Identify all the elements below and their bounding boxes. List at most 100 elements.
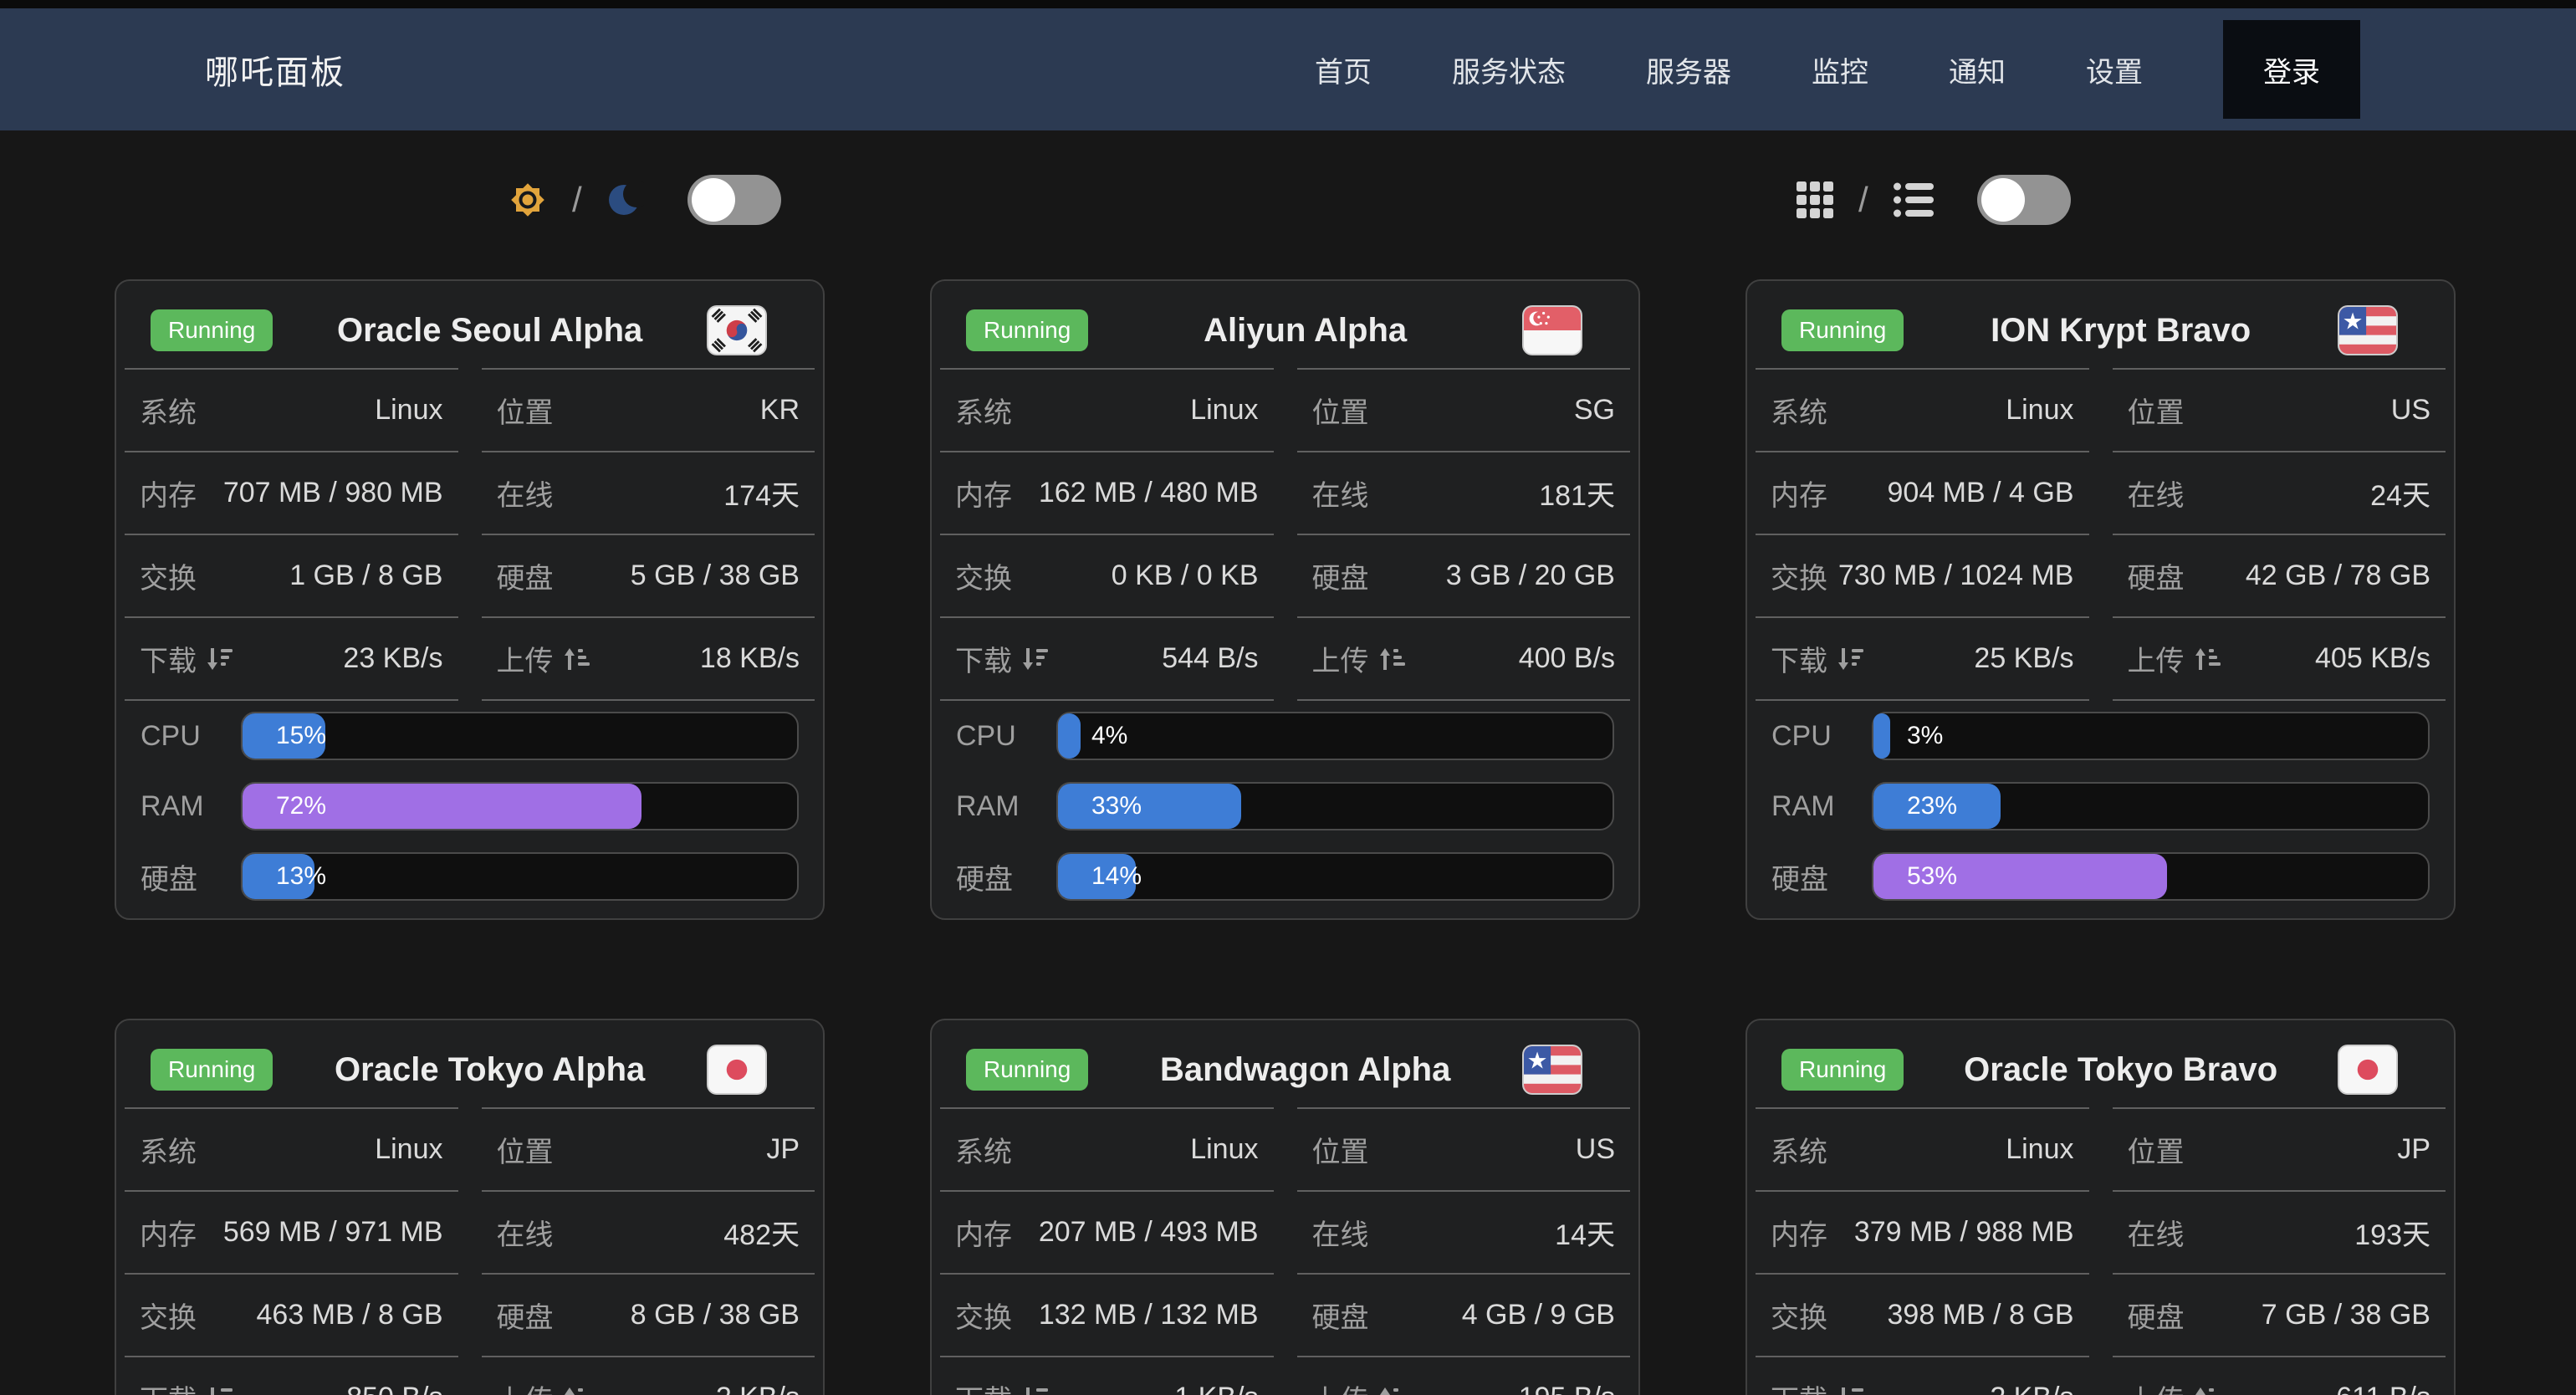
stat-memory: 内存 707 MB / 980 MB — [125, 451, 458, 534]
stat-uptime: 在线 24天 — [2113, 451, 2446, 534]
sort-up-icon — [2193, 1385, 2221, 1395]
cpu-percent: 3% — [1907, 722, 1943, 750]
nav-item-home[interactable]: 首页 — [1315, 49, 1372, 90]
stat-row: 交换 730 MB / 1024 MB 硬盘 42 GB / 78 GB — [1756, 534, 2446, 616]
app-logo[interactable]: 哪吒面板 — [205, 45, 345, 94]
stat-location: 位置 SG — [1297, 368, 1631, 451]
stat-label-uptime: 在线 — [2128, 1212, 2185, 1253]
stat-uptime: 在线 181天 — [1297, 451, 1631, 534]
stat-disk: 硬盘 42 GB / 78 GB — [2113, 534, 2446, 616]
stat-value-memory: 569 MB / 971 MB — [223, 1216, 443, 1249]
navbar: 哪吒面板 首页 服务状态 服务器 监控 通知 设置 登录 — [0, 8, 2576, 130]
stat-value-upload: 195 B/s — [1519, 1382, 1615, 1395]
ram-label: RAM — [1771, 790, 1872, 823]
stat-value-upload: 611 B/s — [2336, 1382, 2430, 1395]
stat-value-upload: 400 B/s — [1519, 642, 1615, 675]
sort-up-icon — [1377, 646, 1406, 672]
stat-value-system: Linux — [1190, 394, 1258, 427]
stat-swap: 交换 1 GB / 8 GB — [125, 534, 458, 616]
stat-download: 下载 544 B/s — [940, 616, 1274, 701]
stat-upload: 上传 2 KB/s — [482, 1356, 815, 1395]
stat-download: 下载 23 KB/s — [125, 616, 458, 701]
stat-label-disk: 硬盘 — [497, 1295, 554, 1336]
stat-label-download: 下载 — [140, 1377, 233, 1395]
stat-label-upload: 上传 — [497, 638, 590, 679]
login-button[interactable]: 登录 — [2223, 20, 2360, 119]
stat-system: 系统 Linux — [125, 368, 458, 451]
nav-item-servers[interactable]: 服务器 — [1646, 49, 1731, 90]
sort-up-icon — [1377, 1385, 1406, 1395]
view-toggle-group: / — [1797, 174, 2071, 226]
status-badge: Running — [151, 1049, 273, 1091]
stat-value-uptime: 193天 — [2354, 1212, 2430, 1253]
server-card-header: Running Oracle Seoul Alpha — [125, 281, 815, 368]
disk-progress-bar: 13% — [241, 852, 799, 901]
stat-label-location: 位置 — [497, 1129, 554, 1170]
ram-percent: 72% — [276, 792, 326, 820]
server-name: Bandwagon Alpha — [1088, 1051, 1522, 1089]
cpu-progress-fill — [1873, 713, 1890, 759]
server-stats: 系统 Linux 位置 SG 内存 162 MB / 480 MB 在线 181… — [940, 368, 1630, 701]
stat-value-location: US — [1576, 1133, 1615, 1166]
cpu-progress-row: CPU 4% — [940, 701, 1630, 771]
stat-label-swap: 交换 — [140, 555, 197, 596]
server-name: Aliyun Alpha — [1088, 312, 1522, 350]
view-separator: / — [1858, 174, 1868, 226]
stat-value-memory: 904 MB / 4 GB — [1888, 477, 2074, 509]
nav-item-settings[interactable]: 设置 — [2086, 49, 2143, 90]
upload-label-text: 上传 — [1312, 638, 1369, 679]
stat-row: 下载 2 KB/s 上传 — [1756, 1356, 2446, 1395]
download-label-text: 下载 — [955, 1377, 1012, 1395]
download-label-text: 下载 — [1771, 1377, 1827, 1395]
country-flag-icon — [707, 1045, 767, 1095]
stat-value-swap: 398 MB / 8 GB — [1888, 1299, 2074, 1331]
download-label-text: 下载 — [955, 638, 1012, 679]
stat-value-location: JP — [766, 1133, 800, 1166]
stat-label-system: 系统 — [140, 1129, 197, 1170]
server-card: Running Oracle Tokyo Alpha 系统 Linux 位置 J… — [115, 1019, 825, 1395]
stat-row: 系统 Linux 位置 US — [1756, 368, 2446, 451]
download-label-text: 下载 — [1771, 638, 1827, 679]
stat-label-disk: 硬盘 — [1312, 1295, 1369, 1336]
stat-label-swap: 交换 — [955, 1295, 1012, 1336]
stat-label-download: 下载 — [140, 638, 233, 679]
nav-item-monitoring[interactable]: 监控 — [1812, 49, 1868, 90]
stat-label-download: 下载 — [955, 1377, 1049, 1395]
nav-item-service-status[interactable]: 服务状态 — [1452, 49, 1566, 90]
stat-download: 下载 1 KB/s — [940, 1356, 1274, 1395]
stat-value-swap: 132 MB / 132 MB — [1039, 1299, 1259, 1331]
disk-progress-bar: 53% — [1872, 852, 2430, 901]
stat-label-swap: 交换 — [955, 555, 1012, 596]
view-toggle-switch[interactable] — [1977, 175, 2071, 225]
stat-uptime: 在线 482天 — [482, 1190, 815, 1273]
ram-percent: 33% — [1091, 792, 1142, 820]
stat-value-download: 2 KB/s — [1990, 1382, 2073, 1395]
stat-value-system: Linux — [375, 1133, 442, 1166]
cpu-label: CPU — [1771, 720, 1872, 753]
server-card: Running Oracle Seoul Alpha 系统 Linux 位置 K… — [115, 279, 825, 920]
cpu-progress-row: CPU 3% — [1756, 701, 2446, 771]
stat-value-location: KR — [760, 394, 800, 427]
stat-label-memory: 内存 — [1771, 473, 1827, 514]
stat-row: 下载 850 B/s 上传 — [125, 1356, 815, 1395]
stat-label-location: 位置 — [497, 390, 554, 431]
stat-swap: 交换 132 MB / 132 MB — [940, 1273, 1274, 1356]
stat-row: 内存 569 MB / 971 MB 在线 482天 — [125, 1190, 815, 1273]
theme-toggle-switch[interactable] — [687, 175, 781, 225]
server-name: Oracle Tokyo Alpha — [273, 1051, 707, 1089]
cpu-label: CPU — [141, 720, 241, 753]
country-flag-icon — [1522, 305, 1582, 355]
stat-label-memory: 内存 — [955, 1212, 1012, 1253]
stat-value-system: Linux — [2006, 394, 2073, 427]
nav-item-notifications[interactable]: 通知 — [1949, 49, 2006, 90]
stat-row: 内存 207 MB / 493 MB 在线 14天 — [940, 1190, 1630, 1273]
cpu-progress-bar: 3% — [1872, 712, 2430, 760]
stat-system: 系统 Linux — [1756, 1107, 2089, 1190]
status-badge: Running — [966, 309, 1088, 351]
stat-row: 交换 1 GB / 8 GB 硬盘 5 GB / 38 GB — [125, 534, 815, 616]
stat-value-download: 23 KB/s — [343, 642, 442, 675]
sort-up-icon — [562, 646, 590, 672]
server-card: Running Aliyun Alpha 系统 Linux 位置 SG 内存 1… — [930, 279, 1640, 920]
stat-value-disk: 5 GB / 38 GB — [631, 560, 800, 592]
stat-label-location: 位置 — [2128, 1129, 2185, 1170]
